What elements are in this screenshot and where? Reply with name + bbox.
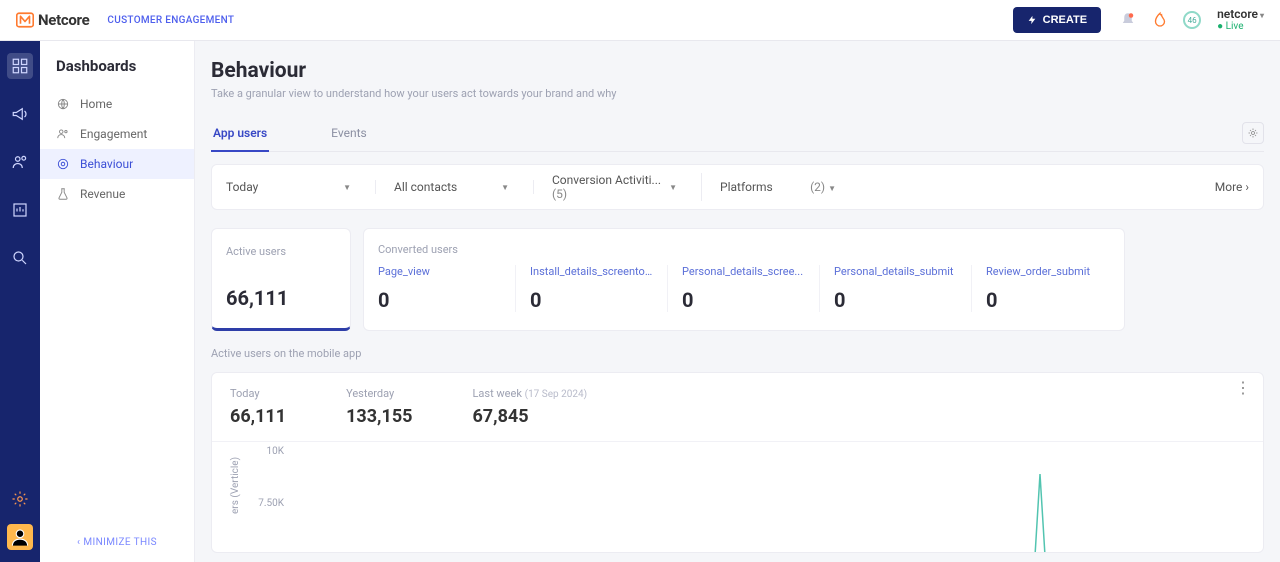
y-axis-title: ers (Verticle) xyxy=(230,457,241,514)
usage-badge[interactable]: 46 xyxy=(1183,11,1201,29)
stat-cards: Active users 66,111 Converted users Page… xyxy=(211,228,1264,331)
y-tick: 10K xyxy=(266,446,284,457)
flame-icon[interactable] xyxy=(1151,11,1169,29)
rail-settings-icon[interactable] xyxy=(7,486,33,512)
gear-icon xyxy=(1247,127,1259,139)
topbar: Netcore CUSTOMER ENGAGEMENT CREATE 46 ne… xyxy=(0,0,1280,41)
people-icon xyxy=(56,127,70,141)
main-content: Behaviour Take a granular view to unders… xyxy=(195,41,1280,562)
converted-item-value: 0 xyxy=(682,288,805,312)
converted-item[interactable]: Personal_details_submit 0 xyxy=(820,265,972,312)
page-subtitle: Take a granular view to understand how y… xyxy=(211,87,1264,100)
converted-item-label: Review_order_submit xyxy=(986,265,1110,278)
chart-body: ers (Verticle) 10K 7.50K xyxy=(212,442,1263,552)
rail-dashboards-icon[interactable] xyxy=(7,53,33,79)
sidebar-item-behaviour[interactable]: Behaviour xyxy=(40,149,194,179)
card-active-users[interactable]: Active users 66,111 xyxy=(211,228,351,331)
account-menu[interactable]: netcore Live xyxy=(1217,8,1264,32)
converted-item-label: Personal_details_submit xyxy=(834,265,957,278)
card-converted-users: Converted users Page_view 0 Install_deta… xyxy=(363,228,1125,331)
sidebar-item-label: Revenue xyxy=(80,187,125,201)
sidebar: Dashboards Home Engagement Behaviour Rev… xyxy=(40,41,195,562)
sidebar-item-label: Engagement xyxy=(80,127,147,141)
sidebar-item-revenue[interactable]: Revenue xyxy=(40,179,194,209)
chevron-down-icon: ▼ xyxy=(343,183,351,192)
chart-stat-lastweek: Last week (17 Sep 2024) 67,845 xyxy=(472,387,587,427)
chart-card: ⋮ Today 66,111 Yesterday 133,155 Last we… xyxy=(211,372,1264,553)
globe-icon xyxy=(56,97,70,111)
kebab-menu-icon[interactable]: ⋮ xyxy=(1235,385,1251,391)
filter-bar: Today▼ All contacts▼ Conversion Activiti… xyxy=(211,164,1264,210)
tab-app-users[interactable]: App users xyxy=(211,118,269,152)
converted-item-value: 0 xyxy=(986,288,1110,312)
netcore-logo-icon xyxy=(16,11,34,29)
create-button-label: CREATE xyxy=(1043,14,1087,26)
sidebar-item-label: Behaviour xyxy=(80,157,133,171)
card-label: Active users xyxy=(226,245,336,258)
filter-more[interactable]: More xyxy=(1215,180,1249,194)
rail-search-icon[interactable] xyxy=(7,245,33,271)
minimize-sidebar[interactable]: MINIMIZE THIS xyxy=(40,537,194,548)
create-button[interactable]: CREATE xyxy=(1013,7,1101,33)
rail-profile-icon[interactable] xyxy=(7,524,33,550)
converted-item[interactable]: Install_details_screento... 0 xyxy=(516,265,668,312)
brand-text: Netcore xyxy=(38,11,89,29)
tab-events[interactable]: Events xyxy=(329,118,369,151)
rail-reports-icon[interactable] xyxy=(7,197,33,223)
flask-icon xyxy=(56,187,70,201)
sidebar-item-engagement[interactable]: Engagement xyxy=(40,119,194,149)
chevron-down-icon: ▼ xyxy=(828,184,836,193)
rail-users-icon[interactable] xyxy=(7,149,33,175)
product-subtitle: CUSTOMER ENGAGEMENT xyxy=(107,15,234,26)
converted-item[interactable]: Review_order_submit 0 xyxy=(972,265,1124,312)
page-title: Behaviour xyxy=(211,59,1264,83)
tabs: App users Events xyxy=(211,118,1264,152)
sidebar-title: Dashboards xyxy=(40,57,194,89)
rail-megaphone-icon[interactable] xyxy=(7,101,33,127)
converted-item-label: Page_view xyxy=(378,265,501,278)
settings-gear-button[interactable] xyxy=(1242,122,1264,144)
card-value: 66,111 xyxy=(226,286,336,310)
topbar-icons: 46 xyxy=(1119,11,1201,29)
converted-item-value: 0 xyxy=(530,288,653,312)
converted-label: Converted users xyxy=(364,229,458,256)
nav-rail xyxy=(0,41,40,562)
chart-stat-yesterday: Yesterday 133,155 xyxy=(346,387,412,427)
bell-icon[interactable] xyxy=(1119,11,1137,29)
lightning-icon xyxy=(1027,15,1037,25)
filter-date[interactable]: Today▼ xyxy=(226,180,376,194)
chart-spike xyxy=(1032,472,1034,552)
account-status: Live xyxy=(1217,21,1264,32)
target-icon xyxy=(56,157,70,171)
sidebar-item-home[interactable]: Home xyxy=(40,89,194,119)
chart-stat-today: Today 66,111 xyxy=(230,387,286,427)
filter-segment[interactable]: All contacts▼ xyxy=(394,180,534,194)
converted-items: Page_view 0 Install_details_screento... … xyxy=(364,229,1124,330)
account-name: netcore xyxy=(1217,8,1264,21)
filter-activities[interactable]: Conversion Activiti... (5) ▼ xyxy=(552,173,702,201)
converted-item-label: Personal_details_scree... xyxy=(682,265,805,278)
converted-item-label: Install_details_screento... xyxy=(530,265,653,278)
y-tick: 7.50K xyxy=(258,498,284,509)
converted-item[interactable]: Personal_details_scree... 0 xyxy=(668,265,820,312)
brand-logo[interactable]: Netcore xyxy=(16,11,89,29)
chevron-down-icon: ▼ xyxy=(669,183,677,192)
section-label: Active users on the mobile app xyxy=(211,347,1264,360)
chart-summary: Today 66,111 Yesterday 133,155 Last week… xyxy=(212,373,1263,442)
converted-item-value: 0 xyxy=(378,288,501,312)
converted-item-value: 0 xyxy=(834,288,957,312)
chevron-down-icon: ▼ xyxy=(501,183,509,192)
filter-platforms[interactable]: Platforms (2) ▼ xyxy=(720,180,860,194)
sidebar-item-label: Home xyxy=(80,97,112,111)
converted-item[interactable]: Page_view 0 xyxy=(364,265,516,312)
